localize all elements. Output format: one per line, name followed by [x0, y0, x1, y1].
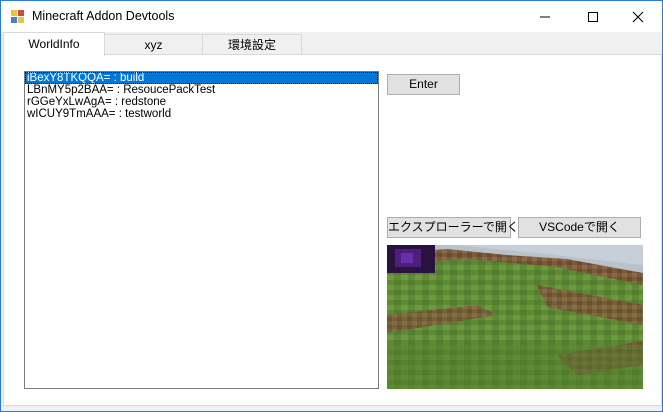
world-preview-image: [387, 245, 643, 389]
maximize-icon: [588, 11, 598, 22]
world-list-item[interactable]: LBnMY5p2BAA= : ResoucePackTest: [25, 84, 378, 96]
worldinfo-panel: iBexY8TKQQA= : build LBnMY5p2BAA= : Reso…: [3, 54, 662, 406]
world-list-item[interactable]: iBexY8TKQQA= : build: [25, 72, 378, 84]
close-icon: [632, 11, 644, 22]
open-explorer-button[interactable]: エクスプローラーで開く: [387, 217, 519, 238]
maximize-button[interactable]: [570, 1, 616, 32]
world-list-item[interactable]: wICUY9TmAAA= : testworld: [25, 108, 378, 120]
tab-settings[interactable]: 環境設定: [202, 34, 302, 55]
open-vscode-button[interactable]: VSCodeで開く: [518, 217, 641, 238]
enter-button[interactable]: Enter: [387, 74, 460, 95]
minimize-icon: [540, 16, 550, 17]
tab-xyz[interactable]: xyz: [104, 34, 203, 55]
minimize-button[interactable]: [522, 1, 568, 32]
close-button[interactable]: [615, 1, 661, 32]
window-title: Minecraft Addon Devtools: [32, 9, 175, 23]
tab-worldinfo[interactable]: WorldInfo: [3, 32, 105, 56]
world-list-item[interactable]: rGGeYxLwAgA= : redstone: [25, 96, 378, 108]
world-list[interactable]: iBexY8TKQQA= : build LBnMY5p2BAA= : Reso…: [24, 71, 379, 389]
title-bar[interactable]: Minecraft Addon Devtools: [1, 1, 662, 32]
app-icon: [10, 9, 26, 25]
app-window: Minecraft Addon Devtools WorldInfo xyz 環…: [0, 0, 663, 412]
tab-strip: WorldInfo xyz 環境設定: [1, 32, 662, 56]
